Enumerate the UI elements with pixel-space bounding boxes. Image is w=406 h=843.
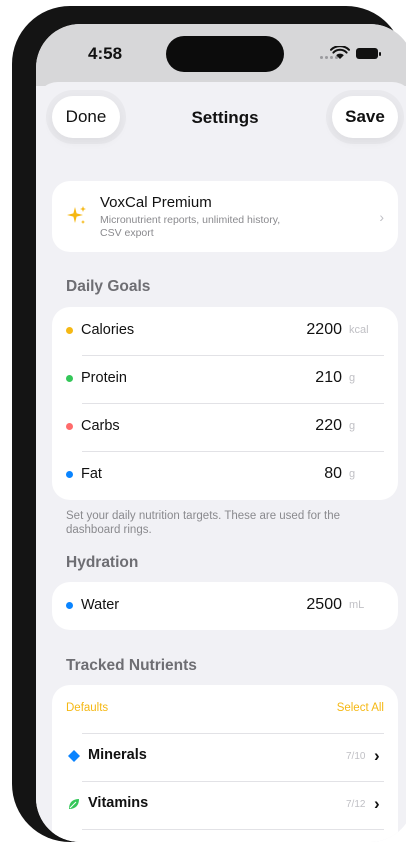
screen: 4:58 Done Settings Save VoxCal Premium M…	[36, 24, 406, 842]
defaults-button[interactable]: Defaults	[66, 702, 108, 714]
tracked-nutrients-header: Tracked Nutrients	[66, 657, 197, 674]
water-dot-icon	[66, 602, 73, 609]
device-frame: 4:58 Done Settings Save VoxCal Premium M…	[12, 6, 406, 842]
calories-dot-icon	[66, 327, 73, 334]
goal-name: Water	[81, 597, 120, 613]
battery-icon	[356, 48, 381, 59]
nutrient-group-minerals[interactable]: Minerals 7/10 ›	[52, 733, 398, 781]
nutrient-group-count: 7/10	[346, 751, 366, 762]
dynamic-island	[166, 36, 284, 72]
goal-value-input[interactable]: 220	[315, 417, 342, 435]
nutrient-group-vitamins[interactable]: Vitamins 7/12 ›	[52, 781, 398, 829]
goal-unit: g	[349, 468, 356, 480]
daily-goals-header: Daily Goals	[66, 278, 151, 295]
goal-unit: kcal	[349, 324, 369, 336]
nutrient-group-count: 7/12	[346, 799, 366, 810]
chevron-right-icon: ›	[374, 794, 380, 813]
goal-value-input[interactable]: 2200	[306, 321, 342, 339]
goal-name: Fat	[81, 466, 102, 482]
goal-name: Calories	[81, 322, 135, 338]
goal-row-protein[interactable]: Protein 210 g	[52, 355, 398, 403]
nutrient-group-name: Vitamins	[88, 795, 149, 811]
goal-unit: g	[349, 372, 356, 384]
premium-subtitle-line: CSV export	[100, 227, 154, 239]
wifi-icon	[330, 46, 350, 59]
chevron-right-icon: ›	[374, 746, 380, 765]
goal-row-calories[interactable]: Calories 2200 kcal	[52, 307, 398, 355]
status-time: 4:58	[88, 44, 123, 63]
divider	[82, 829, 384, 830]
tracked-nutrients-card: Defaults Select All Minerals 7/10 › Vita…	[52, 685, 398, 842]
goal-value-input[interactable]: 80	[324, 465, 342, 483]
goal-row-fat[interactable]: Fat 80 g	[52, 451, 398, 499]
carbs-dot-icon	[66, 423, 73, 430]
nutrient-group-name: Minerals	[88, 747, 147, 763]
goal-unit: g	[349, 420, 356, 432]
premium-card[interactable]: VoxCal Premium Micronutrient reports, un…	[52, 181, 398, 252]
daily-goals-footnote: Set your daily nutrition targets. These …	[66, 510, 341, 536]
goal-value-input[interactable]: 210	[315, 369, 342, 387]
goal-name: Protein	[81, 370, 127, 386]
premium-subtitle: Micronutrient reports, unlimited history…	[100, 214, 330, 240]
goal-row-water[interactable]: Water 2500 mL	[52, 582, 398, 630]
goal-value-input[interactable]: 2500	[306, 596, 342, 614]
hydration-card: Water 2500 mL	[52, 582, 398, 630]
premium-subtitle-line: Micronutrient reports, unlimited history…	[100, 214, 281, 226]
fat-dot-icon	[66, 471, 73, 478]
goal-name: Carbs	[81, 418, 120, 434]
select-all-button[interactable]: Select All	[337, 702, 384, 714]
protein-dot-icon	[66, 375, 73, 382]
leaf-icon	[69, 799, 79, 809]
goal-row-carbs[interactable]: Carbs 220 g	[52, 403, 398, 451]
diamond-icon	[68, 750, 80, 762]
daily-goals-card: Calories 2200 kcal Protein 210 g Carbs 2…	[52, 307, 398, 500]
save-button[interactable]: Save	[332, 96, 398, 138]
goal-unit: mL	[349, 599, 365, 611]
chevron-right-icon: ›	[379, 209, 384, 225]
hydration-header: Hydration	[66, 554, 139, 571]
premium-title: VoxCal Premium	[100, 194, 212, 211]
sparkles-icon	[67, 206, 86, 224]
